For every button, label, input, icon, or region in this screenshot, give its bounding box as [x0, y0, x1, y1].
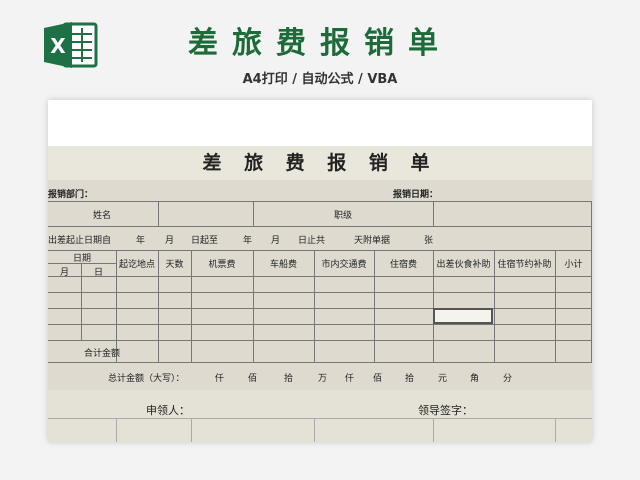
date-header: 日期 — [72, 254, 91, 264]
expense-form: 差 旅 费 报 销 单 报销部门： 报销日期： 姓名 职级 出差起止日期自 年 … — [48, 146, 592, 442]
dept-label: 报销部门： — [48, 190, 94, 200]
total-label: 总计金额（大写）： — [108, 374, 185, 384]
col-local-transport: 市内交通费 — [321, 260, 367, 270]
rank-label: 职级 — [334, 211, 353, 221]
period-month2-label: 月 — [271, 236, 281, 246]
period-month-label: 月 — [165, 236, 175, 246]
period-day-label: 日起至 — [191, 236, 219, 246]
rank-cell[interactable] — [434, 202, 591, 226]
unit-bai1: 佰 — [248, 374, 258, 384]
col-subtotal: 小计 — [564, 260, 583, 270]
col-meal-allowance: 出差伙食补助 — [436, 260, 491, 270]
col-lodging: 住宿费 — [389, 260, 417, 270]
banner-subtitle: A4打印 / 自动公式 / VBA — [242, 72, 398, 87]
spreadsheet-preview: 差 旅 费 报 销 单 报销部门： 报销日期： 姓名 职级 出差起止日期自 年 … — [48, 100, 592, 442]
name-label: 姓名 — [93, 211, 112, 221]
applicant-label: 申领人： — [146, 404, 190, 417]
unit-yuan: 元 — [438, 374, 448, 384]
col-transport: 车船费 — [269, 260, 297, 270]
col-airfare: 机票费 — [208, 260, 236, 270]
period-total-label: 日止共 — [298, 236, 326, 246]
unit-shi1: 拾 — [284, 374, 294, 384]
unit-qian1: 仟 — [215, 374, 225, 384]
period-sheets-label: 张 — [424, 236, 434, 246]
signature-band: 申领人： 领导签字： — [48, 390, 592, 442]
name-cell[interactable] — [159, 202, 253, 226]
unit-wan: 万 — [318, 374, 328, 384]
unit-shi2: 拾 — [405, 374, 415, 384]
month-header: 月 — [59, 268, 69, 278]
period-start-label: 出差起止日期自 — [48, 236, 112, 246]
unit-qian2: 仟 — [345, 374, 355, 384]
subtotal-label: 合计金额 — [84, 349, 121, 359]
period-year2-label: 年 — [243, 236, 253, 246]
period-year-label: 年 — [136, 236, 146, 246]
col-lodging-saving: 住宿节约补助 — [497, 260, 552, 270]
leader-label: 领导签字： — [418, 404, 473, 417]
unit-fen: 分 — [503, 374, 513, 384]
col-route: 起讫地点 — [118, 260, 155, 270]
day-header: 日 — [93, 268, 103, 278]
col-days: 天数 — [165, 260, 184, 270]
form-title: 差 旅 费 报 销 单 — [48, 146, 592, 180]
banner-title: 差旅费报销单 — [188, 26, 452, 61]
unit-jiao: 角 — [470, 374, 480, 384]
date-label: 报销日期： — [393, 190, 439, 200]
selected-cell[interactable] — [433, 308, 493, 324]
period-attach-label: 天附单据 — [354, 236, 391, 246]
unit-bai2: 佰 — [373, 374, 383, 384]
